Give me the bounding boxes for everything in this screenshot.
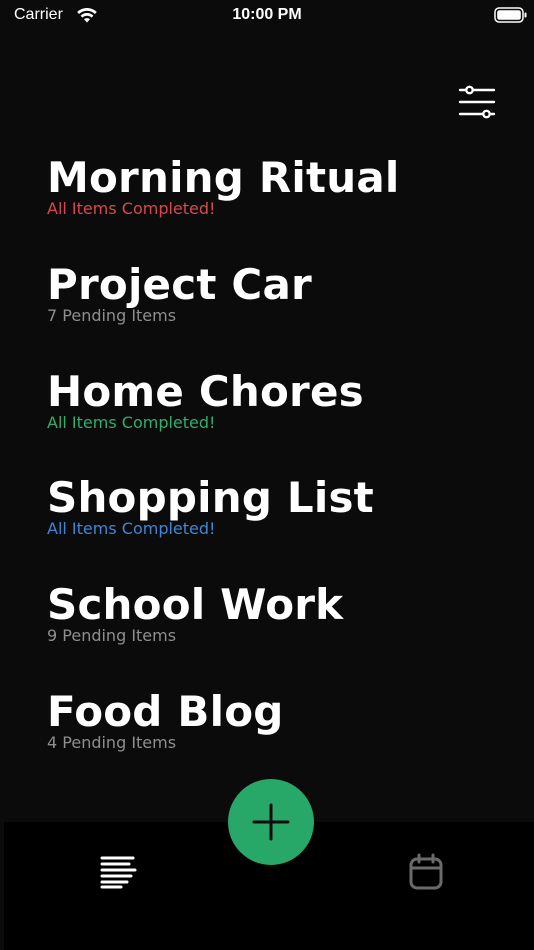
status-bar: Carrier 10:00 PM <box>0 0 534 32</box>
list-title: School Work <box>47 580 344 630</box>
list-item[interactable]: Shopping List All Items Completed! <box>47 470 517 577</box>
list-title: Morning Ritual <box>47 153 400 202</box>
clock: 10:00 PM <box>232 6 302 23</box>
sliders-icon <box>458 85 496 119</box>
list-title: Home Chores <box>47 366 364 416</box>
list-title: Project Car <box>47 259 312 309</box>
plus-icon <box>252 803 290 841</box>
add-list-button[interactable] <box>228 779 314 865</box>
tab-calendar[interactable] <box>404 850 448 894</box>
list-item[interactable]: Morning Ritual All Items Completed! <box>47 150 517 257</box>
list-item[interactable]: Food Blog 4 Pending Items <box>47 684 517 791</box>
lists-container: Morning Ritual All Items Completed! Proj… <box>47 150 517 791</box>
list-item[interactable]: Project Car 7 Pending Items <box>47 257 517 364</box>
battery-icon <box>494 7 527 23</box>
calendar-icon <box>409 853 443 890</box>
list-title: Food Blog <box>47 686 284 736</box>
lists-icon <box>100 856 137 889</box>
list-item[interactable]: School Work 9 Pending Items <box>47 577 517 684</box>
tab-lists[interactable] <box>96 852 142 892</box>
filter-button[interactable] <box>454 80 500 124</box>
list-title: Shopping List <box>47 473 374 523</box>
list-item[interactable]: Home Chores All Items Completed! <box>47 364 517 471</box>
